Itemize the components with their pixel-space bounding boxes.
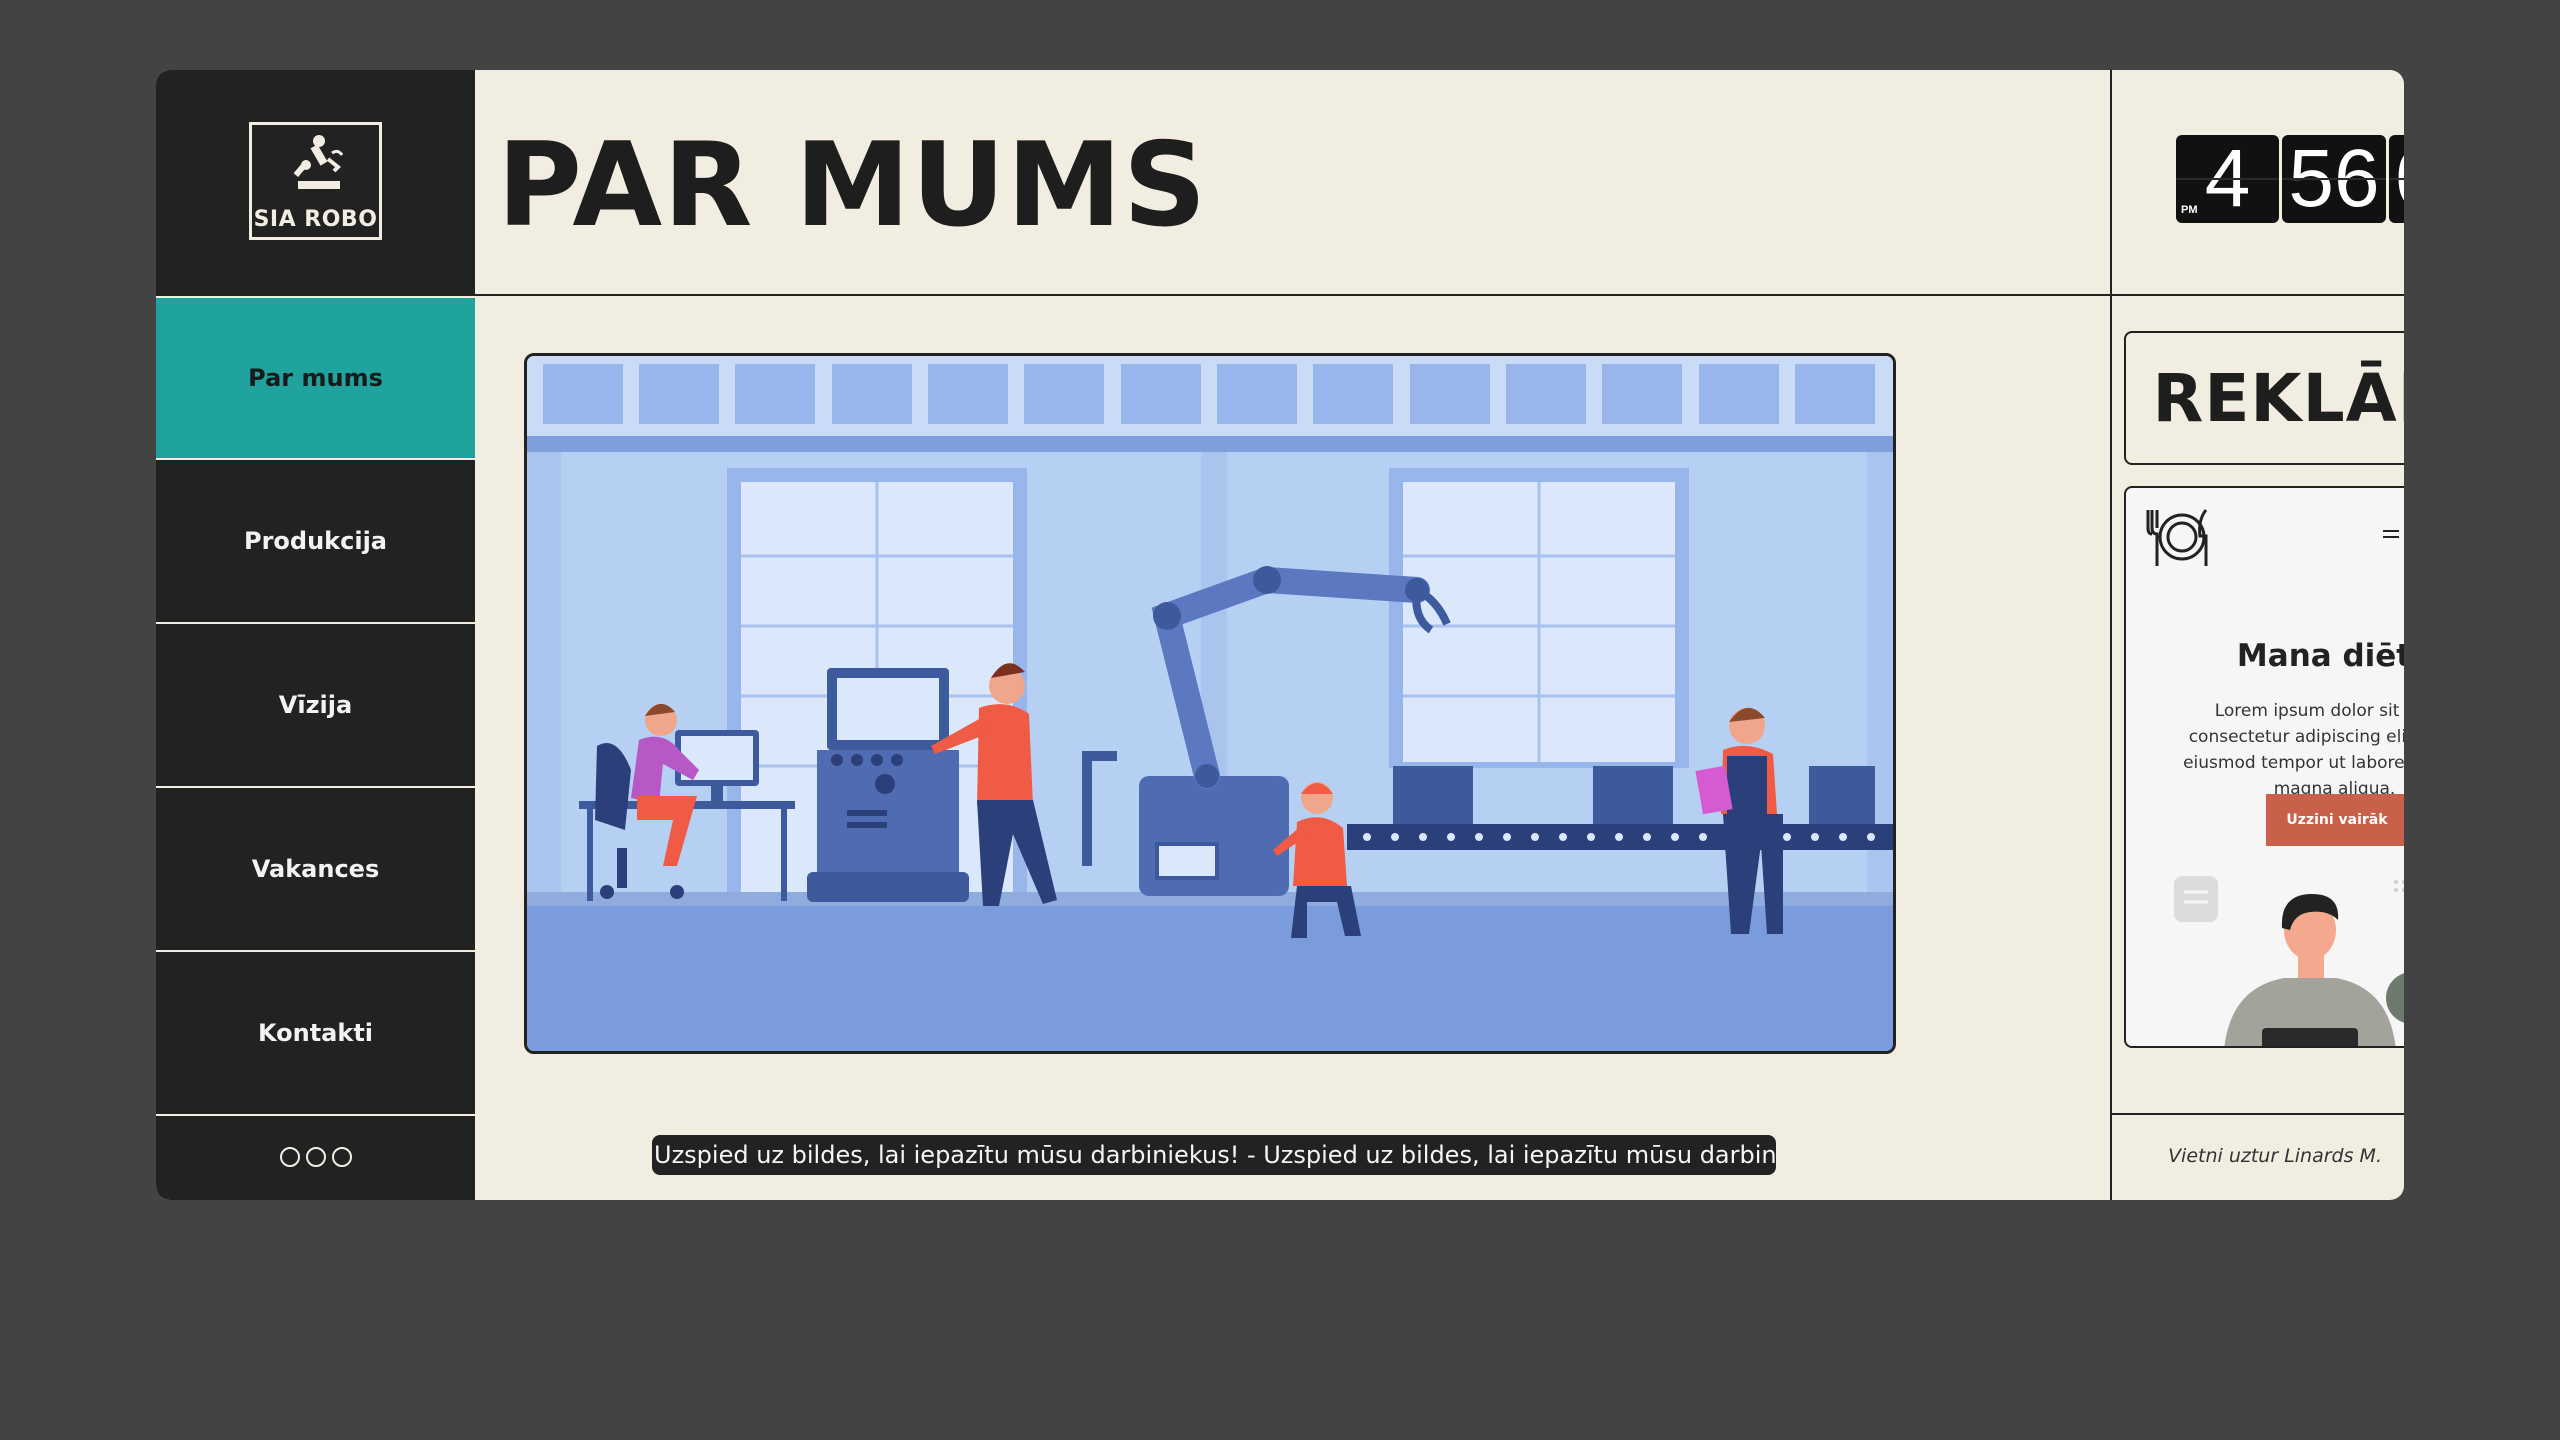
clock-period: PM bbox=[2181, 204, 2198, 216]
more-options-button[interactable] bbox=[156, 1114, 475, 1200]
app-frame: SIA ROBO Par mums Produkcija Vīzija Vaka… bbox=[156, 70, 2404, 1200]
ad-card[interactable]: Mana diēta Lorem ipsum dolor sit amet, c… bbox=[2124, 486, 2404, 1048]
dot-icon bbox=[331, 1147, 352, 1167]
factory-scene bbox=[527, 356, 1893, 1051]
sidebar: SIA ROBO Par mums Produkcija Vīzija Vaka… bbox=[156, 70, 475, 1200]
nav-item-vakances[interactable]: Vakances bbox=[156, 788, 475, 952]
clock-second: 07 bbox=[2389, 135, 2404, 223]
social-links bbox=[2383, 521, 2404, 547]
learn-more-button[interactable]: Uzzini vairāk bbox=[2266, 794, 2404, 846]
robot-arm-icon bbox=[293, 135, 344, 189]
ad-footer-divider bbox=[2112, 1113, 2404, 1115]
marquee-text: Uzspied uz bildes, lai iepazītu mūsu dar… bbox=[654, 1141, 1776, 1169]
site-credit: Vietni uztur Linards M. bbox=[2168, 1145, 2382, 1167]
person-laptop-illustration bbox=[2174, 876, 2404, 1046]
nav-item-par-mums[interactable]: Par mums bbox=[156, 296, 475, 460]
logo[interactable]: SIA ROBO bbox=[156, 70, 475, 296]
factory-illustration[interactable] bbox=[524, 353, 1896, 1054]
page-header: PAR MUMS bbox=[475, 70, 2110, 296]
nav-item-kontakti[interactable]: Kontakti bbox=[156, 952, 475, 1116]
ad-body: Lorem ipsum dolor sit amet, consectetur … bbox=[2183, 701, 2404, 799]
logo-box: SIA ROBO bbox=[249, 122, 382, 240]
plate-cutlery-icon bbox=[2146, 509, 2208, 566]
nav-item-produkcija[interactable]: Produkcija bbox=[156, 460, 475, 624]
clock-minute: 56 bbox=[2282, 135, 2386, 223]
sidebar-nav: Par mums Produkcija Vīzija Vakances Kont… bbox=[156, 296, 475, 1116]
flip-clock: PM 4 56 07 bbox=[2176, 135, 2404, 223]
menu-icon[interactable] bbox=[2383, 525, 2399, 544]
marquee: Uzspied uz bildes, lai iepazītu mūsu dar… bbox=[652, 1135, 1776, 1175]
page-title: PAR MUMS bbox=[497, 118, 1208, 253]
logo-text: SIA ROBO bbox=[253, 207, 378, 232]
ad-title-box: REKLĀMA bbox=[2124, 331, 2404, 465]
ad-title: REKLĀMA bbox=[2152, 359, 2404, 437]
clock-hour: PM 4 bbox=[2176, 135, 2279, 223]
dot-icon bbox=[305, 1147, 326, 1167]
clock-hour-value: 4 bbox=[2204, 133, 2251, 224]
ad-heading: Mana diēta bbox=[2236, 638, 2404, 674]
clock-area: PM 4 56 07 bbox=[2112, 70, 2404, 296]
dot-icon bbox=[279, 1147, 300, 1167]
nav-item-vizija[interactable]: Vīzija bbox=[156, 624, 475, 788]
